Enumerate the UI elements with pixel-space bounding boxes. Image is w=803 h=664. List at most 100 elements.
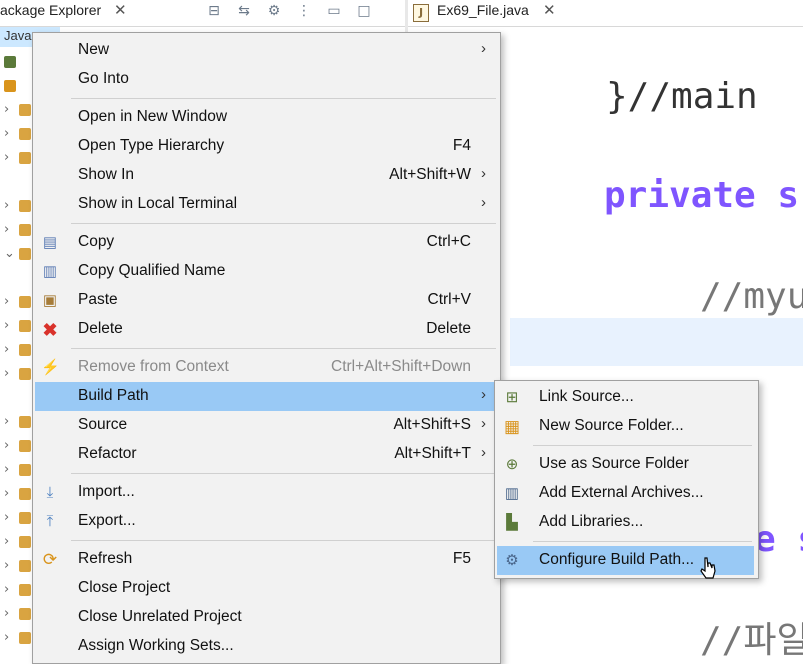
submenu-item-add-external-archives[interactable]: ▥ Add External Archives...: [497, 479, 754, 508]
menu-item-refresh[interactable]: ⟳ Refresh F5: [35, 545, 496, 574]
chevron-right-icon[interactable]: ›: [4, 198, 9, 213]
chevron-right-icon[interactable]: ›: [4, 558, 9, 573]
chevron-right-icon[interactable]: ›: [4, 462, 9, 477]
chevron-down-icon[interactable]: ⌄: [4, 246, 15, 261]
collapse-all-icon[interactable]: ⊟: [205, 2, 223, 20]
menu-item-copy[interactable]: ▤ Copy Ctrl+C: [35, 228, 496, 257]
project-icon: [19, 320, 31, 332]
menu-item-shortcut: F4: [452, 137, 471, 154]
explorer-toolbar: ⊟ ⇆ ⚙ ⋮ ▭ □: [205, 2, 373, 20]
selected-tree-label: Java: [4, 28, 32, 43]
project-icon: [19, 440, 31, 452]
close-icon[interactable]: ✕: [114, 1, 127, 19]
chevron-right-icon[interactable]: ›: [4, 414, 9, 429]
menu-item-label: Open Type Hierarchy: [78, 137, 225, 154]
editor-tab-label[interactable]: Ex69_File.java: [437, 2, 529, 18]
menu-item-go-into[interactable]: Go Into: [35, 65, 496, 94]
close-icon[interactable]: ✕: [543, 1, 556, 19]
project-icon: [19, 632, 31, 644]
menu-item-source[interactable]: Source Alt+Shift+S ›: [35, 411, 496, 440]
chevron-right-icon[interactable]: ›: [4, 438, 9, 453]
project-icon: [19, 536, 31, 548]
menu-item-paste[interactable]: ▣ Paste Ctrl+V: [35, 286, 496, 315]
menu-separator: [71, 540, 496, 541]
context-menu: New › Go Into Open in New Window Open Ty…: [32, 32, 501, 664]
chevron-right-icon[interactable]: ›: [4, 486, 9, 501]
menu-item-delete[interactable]: ✖ Delete Delete: [35, 315, 496, 344]
java-file-icon: J: [413, 4, 429, 22]
minimize-icon[interactable]: ▭: [325, 2, 343, 20]
menu-item-export[interactable]: ⤒ Export...: [35, 507, 496, 536]
chevron-right-icon: ›: [481, 386, 486, 403]
menu-item-shortcut: Ctrl+Alt+Shift+Down: [331, 358, 471, 375]
chevron-right-icon[interactable]: ›: [4, 102, 9, 117]
view-menu-icon[interactable]: ⋮: [295, 2, 313, 20]
external-archive-icon: ▥: [504, 485, 520, 502]
menu-item-shortcut: Ctrl+C: [426, 233, 471, 250]
submenu-item-label: Link Source...: [539, 388, 634, 405]
project-icon: [19, 224, 31, 236]
menu-item-label: Close Project: [78, 579, 171, 596]
submenu-item-use-as-source-folder[interactable]: ⊕ Use as Source Folder: [497, 450, 754, 479]
chevron-right-icon[interactable]: ›: [4, 150, 9, 165]
menu-separator: [71, 473, 496, 474]
filter-icon[interactable]: ⚙: [265, 2, 283, 20]
menu-item-open-in-new-window[interactable]: Open in New Window: [35, 103, 496, 132]
remove-context-icon: ⚡: [41, 359, 60, 376]
copy-qualified-icon: ▥: [42, 263, 58, 280]
menu-item-label: Copy Qualified Name: [78, 262, 226, 279]
menu-item-label: New: [78, 41, 110, 58]
menu-item-refactor[interactable]: Refactor Alt+Shift+T ›: [35, 440, 496, 469]
link-with-editor-icon[interactable]: ⇆: [235, 2, 253, 20]
menu-item-new[interactable]: New ›: [35, 36, 496, 65]
project-icon: [19, 128, 31, 140]
submenu-item-new-source-folder[interactable]: ▦ New Source Folder...: [497, 412, 754, 441]
submenu-item-label: Add Libraries...: [539, 513, 644, 530]
chevron-right-icon[interactable]: ›: [4, 510, 9, 525]
menu-item-label: Close Unrelated Project: [78, 608, 242, 625]
project-icon: [19, 344, 31, 356]
menu-item-close-unrelated-project[interactable]: Close Unrelated Project: [35, 603, 496, 632]
chevron-right-icon[interactable]: ›: [4, 630, 9, 645]
submenu-item-add-libraries[interactable]: ▙ Add Libraries...: [497, 508, 754, 537]
menu-item-label: Show in Local Terminal: [78, 195, 238, 212]
submenu-item-label: Add External Archives...: [539, 484, 704, 501]
code-line: }//main: [606, 76, 758, 117]
menu-item-show-in[interactable]: Show In Alt+Shift+W ›: [35, 161, 496, 190]
chevron-right-icon[interactable]: ›: [4, 222, 9, 237]
maximize-icon[interactable]: □: [355, 2, 373, 20]
menu-item-open-type-hierarchy[interactable]: Open Type Hierarchy F4: [35, 132, 496, 161]
delete-icon: ✖: [42, 320, 58, 340]
chevron-right-icon[interactable]: ›: [4, 318, 9, 333]
menu-item-import[interactable]: ⤓ Import...: [35, 478, 496, 507]
menu-item-label: Assign Working Sets...: [78, 637, 234, 654]
menu-item-copy-qualified-name[interactable]: ▥ Copy Qualified Name: [35, 257, 496, 286]
package-explorer-title[interactable]: ackage Explorer: [0, 2, 101, 18]
chevron-right-icon[interactable]: ›: [4, 294, 9, 309]
chevron-right-icon[interactable]: ›: [4, 582, 9, 597]
menu-item-show-in-local-terminal[interactable]: Show in Local Terminal ›: [35, 190, 496, 219]
menu-item-shortcut: Alt+Shift+W: [389, 166, 471, 183]
menu-item-assign-working-sets[interactable]: Assign Working Sets...: [35, 632, 496, 661]
menu-item-label: Show In: [78, 166, 135, 183]
menu-separator: [71, 223, 496, 224]
project-icon: [19, 464, 31, 476]
code-line: private s: [604, 175, 800, 216]
chevron-right-icon[interactable]: ›: [4, 366, 9, 381]
refresh-icon: ⟳: [42, 550, 58, 569]
menu-item-label: Remove from Context: [78, 358, 229, 375]
submenu-item-link-source[interactable]: ⊞ Link Source...: [497, 383, 754, 412]
chevron-right-icon[interactable]: ›: [4, 126, 9, 141]
menu-item-shortcut: Delete: [426, 320, 471, 337]
import-icon: ⤓: [46, 484, 54, 501]
menu-item-label: Copy: [78, 233, 115, 250]
menu-item-close-project[interactable]: Close Project: [35, 574, 496, 603]
chevron-right-icon[interactable]: ›: [4, 342, 9, 357]
chevron-right-icon: ›: [481, 444, 486, 461]
chevron-right-icon[interactable]: ›: [4, 534, 9, 549]
menu-item-build-path[interactable]: Build Path ›: [35, 382, 496, 411]
menu-separator: [533, 541, 752, 542]
link-source-icon: ⊞: [505, 389, 519, 406]
chevron-right-icon[interactable]: ›: [4, 606, 9, 621]
chevron-right-icon: ›: [481, 194, 486, 211]
